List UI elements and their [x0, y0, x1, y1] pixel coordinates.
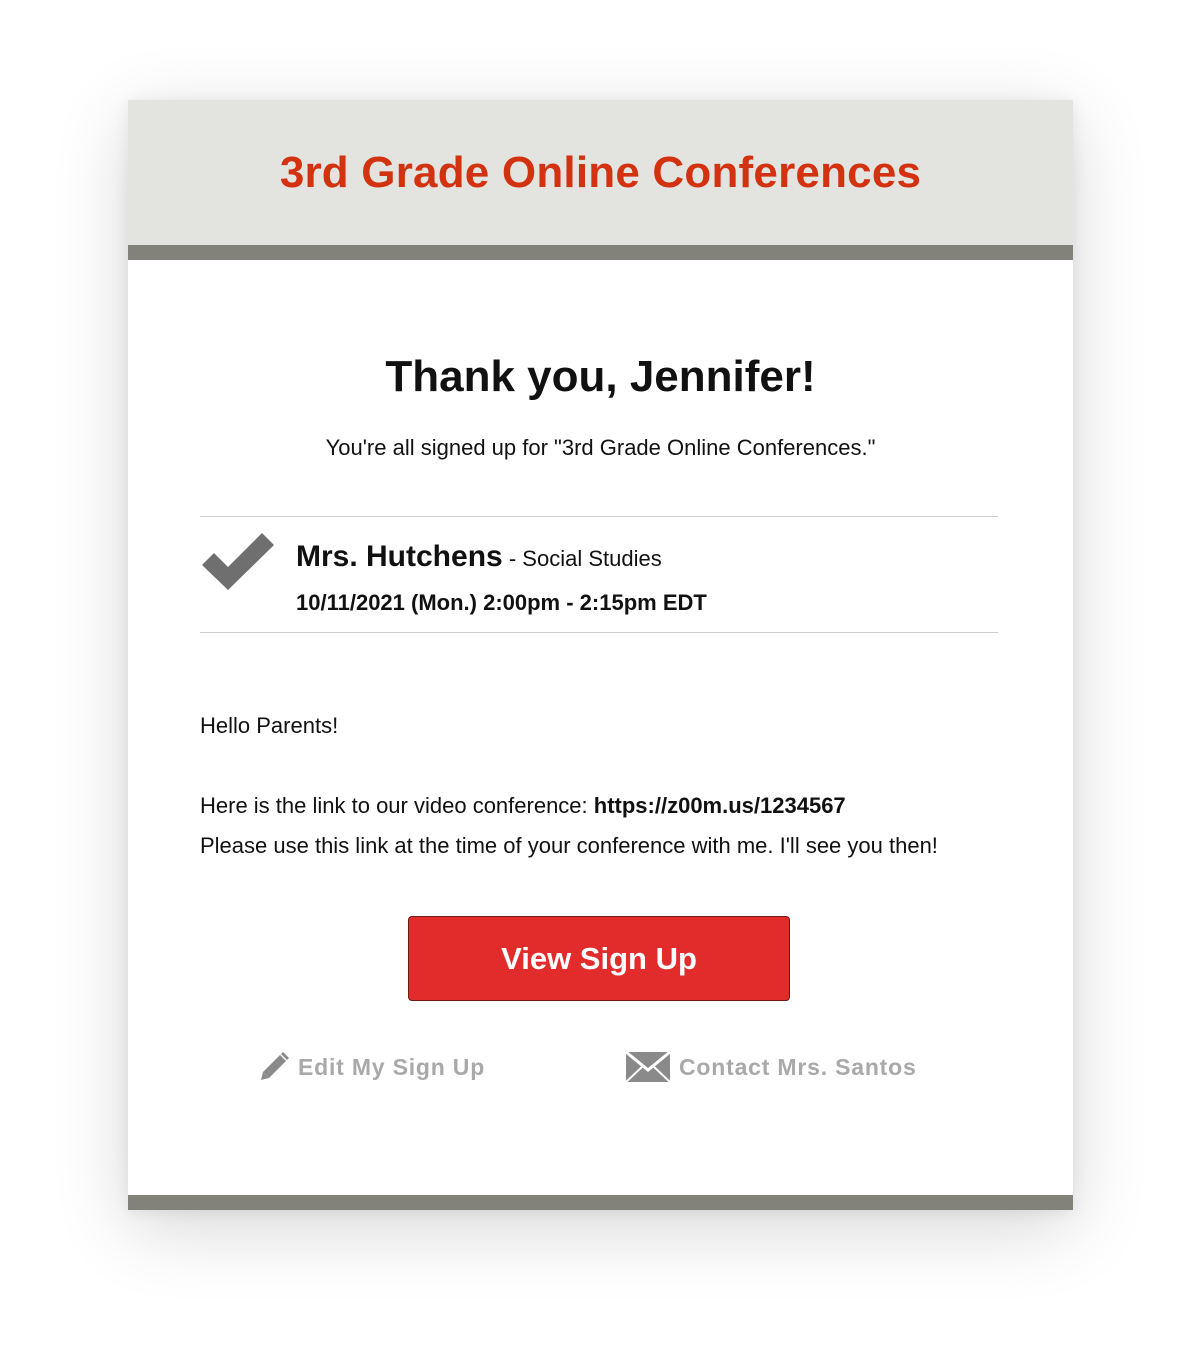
edit-sign-up-link[interactable]: Edit My Sign Up	[258, 1050, 485, 1084]
envelope-icon	[625, 1050, 671, 1083]
slot-subject: Social Studies	[522, 546, 662, 571]
contact-organizer-link[interactable]: Contact Mrs. Santos	[625, 1050, 917, 1084]
message-link-prefix: Here is the link to our video conference…	[200, 793, 594, 818]
slot-divider-top	[200, 516, 998, 517]
contact-organizer-label: Contact Mrs. Santos	[679, 1053, 917, 1080]
checkmark-icon	[202, 533, 274, 590]
thank-you-heading: Thank you, Jennifer!	[385, 352, 816, 401]
message-instructions: Please use this link at the time of your…	[200, 833, 938, 858]
header-divider-bar	[128, 245, 1073, 260]
signup-confirmation-text: You're all signed up for "3rd Grade Onli…	[325, 435, 876, 460]
view-sign-up-button[interactable]: View Sign Up	[408, 916, 790, 1001]
slot-separator: -	[502, 546, 523, 571]
edit-sign-up-label: Edit My Sign Up	[298, 1053, 486, 1080]
email-card: 3rd Grade Online Conferences Thank you, …	[128, 100, 1073, 1210]
message-link-line: Here is the link to our video conference…	[200, 793, 846, 819]
slot-teacher-name: Mrs. Hutchens	[296, 540, 503, 573]
slot-teacher-line: Mrs. Hutchens - Social Studies	[296, 540, 662, 574]
header-title: 3rd Grade Online Conferences	[279, 147, 922, 197]
email-header: 3rd Grade Online Conferences	[128, 100, 1073, 245]
slot-divider-bottom	[200, 632, 998, 633]
slot-datetime: 10/11/2021 (Mon.) 2:00pm - 2:15pm EDT	[296, 590, 707, 615]
pencil-icon	[261, 1052, 289, 1080]
conference-link[interactable]: https://z00m.us/1234567	[594, 793, 846, 818]
message-greeting: Hello Parents!	[200, 713, 339, 738]
footer-bar	[128, 1195, 1073, 1210]
